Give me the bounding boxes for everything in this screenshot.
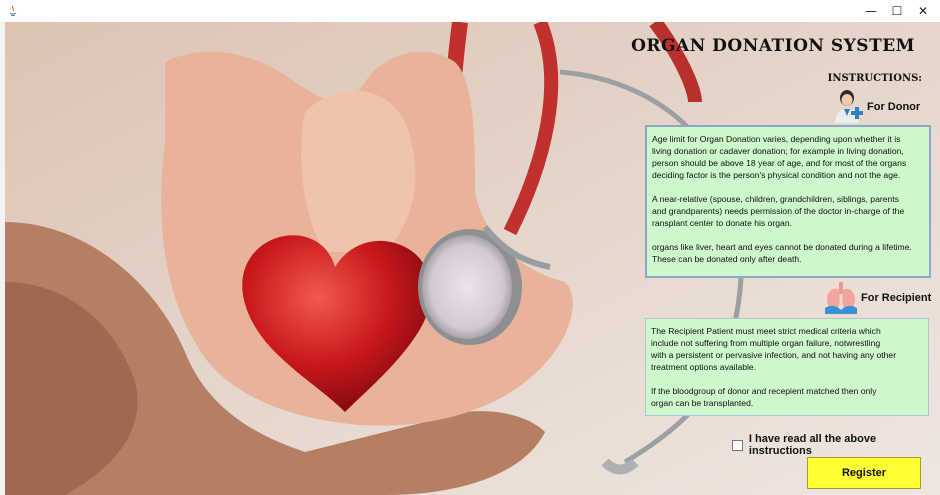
recipient-section-label: For Recipient	[861, 292, 932, 304]
lungs-icon	[825, 282, 857, 314]
close-button[interactable]: ✕	[900, 0, 940, 22]
register-button[interactable]: Register	[807, 457, 921, 489]
agreement-row[interactable]: I have read all the above instructions	[732, 433, 940, 457]
title-bar: — ☐ ✕	[0, 0, 940, 22]
main-panel: ORGAN DONATION SYSTEM INSTRUCTIONS: For …	[5, 22, 940, 495]
page-title: ORGAN DONATION SYSTEM	[631, 36, 915, 56]
instructions-heading: INSTRUCTIONS:	[827, 73, 922, 84]
donor-section-label: For Donor	[867, 101, 921, 113]
donor-instructions-box: Age limit for Organ Donation varies, dep…	[645, 125, 931, 278]
doctor-icon	[835, 90, 863, 123]
java-app-icon	[9, 5, 17, 16]
agreement-checkbox[interactable]	[732, 439, 743, 451]
recipient-instructions-box: The Recipient Patient must meet strict m…	[645, 318, 929, 416]
agreement-label[interactable]: I have read all the above instructions	[749, 433, 940, 457]
